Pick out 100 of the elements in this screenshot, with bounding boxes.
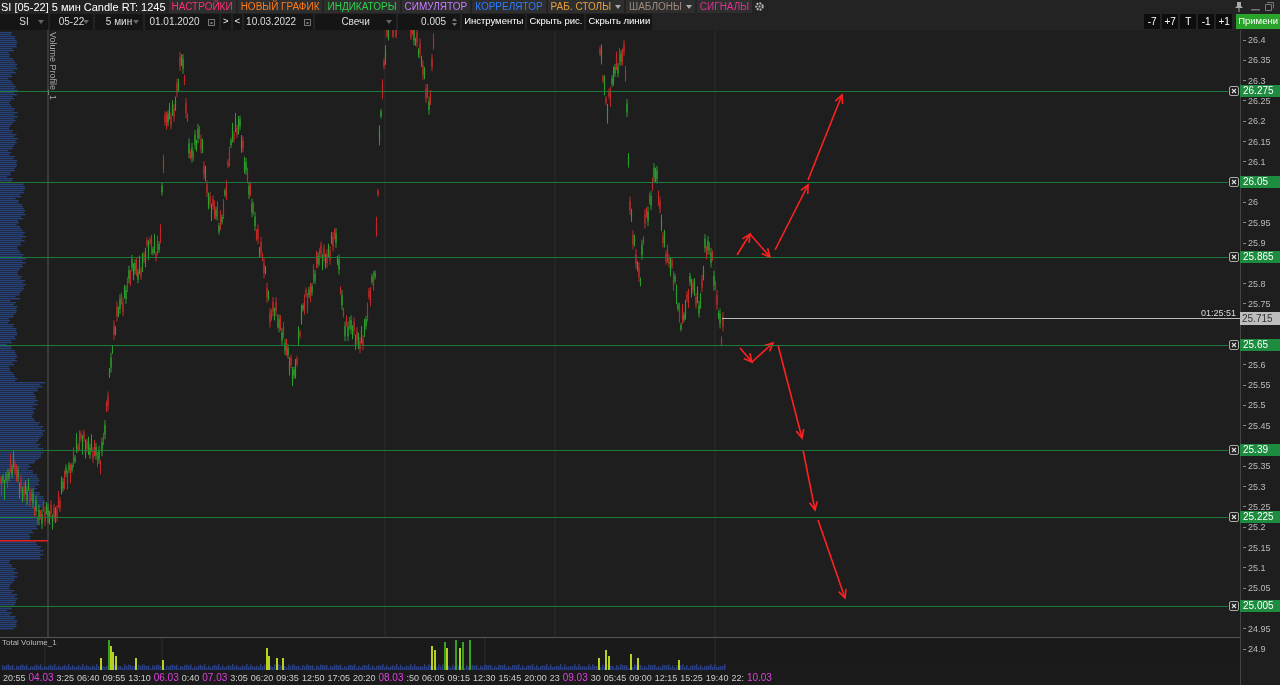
time-label: 23: [549, 672, 560, 683]
time-label: 30: [590, 672, 601, 683]
menu-item[interactable]: СИМУЛЯТОР: [401, 0, 471, 13]
time-label: 06:20: [250, 672, 274, 683]
price-label: 26.1: [1248, 156, 1266, 167]
price-label: 25.5: [1248, 400, 1266, 411]
price-level-label: 25.225: [1240, 511, 1280, 524]
time-label: 15:25: [680, 672, 703, 683]
date-label: 07.03: [202, 672, 228, 683]
price-label: 25.2: [1248, 522, 1266, 533]
price-label: 26.15: [1248, 136, 1271, 147]
close-icon[interactable]: [1229, 445, 1239, 456]
restore-icon[interactable]: [1265, 2, 1274, 11]
close-icon[interactable]: [1229, 339, 1239, 350]
close-icon[interactable]: [1229, 177, 1239, 188]
time-label: 09:00: [629, 672, 652, 683]
price-level-label: 25.39: [1240, 444, 1280, 457]
time-label: 19:40: [705, 672, 729, 683]
menu-item[interactable]: НАСТРОЙКИ: [168, 0, 236, 13]
price-label: 25.05: [1248, 583, 1271, 594]
menu-item[interactable]: НОВЫЙ ГРАФИК: [237, 0, 323, 13]
price-level-label: 25.005: [1240, 600, 1280, 613]
date-label: 04.03: [28, 672, 54, 683]
arrow: [802, 449, 819, 512]
price-label: 25.8: [1248, 278, 1266, 289]
date-label: 09.03: [562, 672, 588, 683]
button[interactable]: <: [232, 13, 243, 30]
time-label: 12:50: [301, 672, 325, 683]
time-label: 12:30: [473, 672, 496, 683]
date-label: 10.03: [746, 672, 772, 683]
button[interactable]: Инструменты: [462, 13, 526, 30]
time-label: 09:55: [102, 672, 126, 683]
button[interactable]: Скрыть линии: [586, 13, 653, 30]
caret-icon: [386, 19, 393, 24]
date-field[interactable]: 01.01.2020: [145, 13, 219, 30]
time-label: :50: [406, 672, 419, 683]
time-label: 22:: [731, 672, 744, 683]
time-label: 06:05: [422, 672, 445, 683]
window-title: SI [05-22] 5 мин Candle RT: 1245: [0, 0, 167, 13]
menu-item[interactable]: ШАБЛОНЫ: [626, 0, 695, 13]
price-label: 25.45: [1248, 420, 1271, 431]
time-label: 15:45: [498, 672, 522, 683]
price-label: 25.55: [1248, 380, 1271, 391]
close-icon[interactable]: [1229, 601, 1239, 612]
caret-icon: [83, 19, 89, 24]
price-label: 25.75: [1248, 298, 1271, 309]
date-label: 06.03: [153, 672, 179, 683]
price-label: 25.9: [1248, 238, 1266, 248]
time-label: 20:00: [524, 672, 547, 683]
button[interactable]: >: [221, 13, 231, 30]
price-label: 25.25: [1248, 501, 1271, 512]
price-label: 24.95: [1248, 623, 1271, 634]
time-label: 0:40: [181, 672, 200, 683]
close-icon[interactable]: [1229, 512, 1239, 523]
menu-item[interactable]: РАБ. СТОЛЫ: [547, 0, 624, 13]
price-label: 25.1: [1248, 562, 1266, 573]
price-level-label: 26.05: [1240, 176, 1280, 189]
calendar-icon[interactable]: [304, 17, 312, 26]
price-label: 25.95: [1248, 217, 1271, 228]
time-label: 06:40: [77, 672, 100, 683]
number-field[interactable]: 0.005: [398, 13, 461, 30]
step-button[interactable]: +1: [1216, 14, 1233, 29]
time-label: 20:20: [352, 672, 376, 683]
indicator-label: Volume Profile_1: [48, 32, 58, 101]
menu-item[interactable]: ИНДИКАТОРЫ: [324, 0, 400, 13]
price-level-label: 25.865: [1240, 251, 1280, 264]
step-button[interactable]: +7: [1162, 14, 1179, 29]
settings-icon[interactable]: [754, 1, 766, 12]
menu-item[interactable]: КОРРЕЛЯТОР: [472, 0, 546, 13]
step-button[interactable]: -1: [1198, 14, 1215, 29]
price-label: 26.35: [1248, 55, 1271, 66]
time-label: 17:05: [327, 672, 350, 683]
close-icon[interactable]: [1229, 252, 1239, 263]
date-label: 08.03: [378, 672, 404, 683]
calendar-icon[interactable]: [207, 17, 215, 26]
arrow: [774, 183, 809, 251]
dropdown[interactable]: 05-22: [50, 13, 93, 30]
date-field[interactable]: 10.03.2022: [244, 13, 314, 30]
step-button[interactable]: T: [1180, 14, 1197, 29]
caret-icon: [38, 19, 44, 24]
dropdown[interactable]: Свечи: [315, 13, 397, 30]
price-label: 25.35: [1248, 461, 1271, 472]
time-label: 3:25: [56, 672, 75, 683]
price-label: 26: [1248, 197, 1258, 208]
pin-icon[interactable]: [1235, 1, 1243, 12]
timer-label: 01:25:51: [1200, 308, 1236, 319]
caret-icon: [133, 19, 139, 24]
price-label: 25.3: [1248, 481, 1266, 492]
spinner-icon[interactable]: [452, 16, 458, 27]
price-label: 26.4: [1248, 35, 1266, 45]
time-label: 12:15: [654, 672, 678, 683]
button[interactable]: Скрыть рис.: [527, 13, 585, 30]
step-button[interactable]: -7: [1144, 14, 1161, 29]
close-icon[interactable]: [1229, 85, 1239, 96]
price-label: 26.3: [1248, 75, 1266, 86]
price-label: 24.9: [1248, 644, 1266, 654]
dropdown[interactable]: 5 мин: [95, 13, 143, 30]
dropdown[interactable]: SI: [0, 13, 48, 30]
current-price-label: 25.715: [1240, 312, 1280, 326]
pane-label: Total Volume_1: [2, 638, 57, 648]
